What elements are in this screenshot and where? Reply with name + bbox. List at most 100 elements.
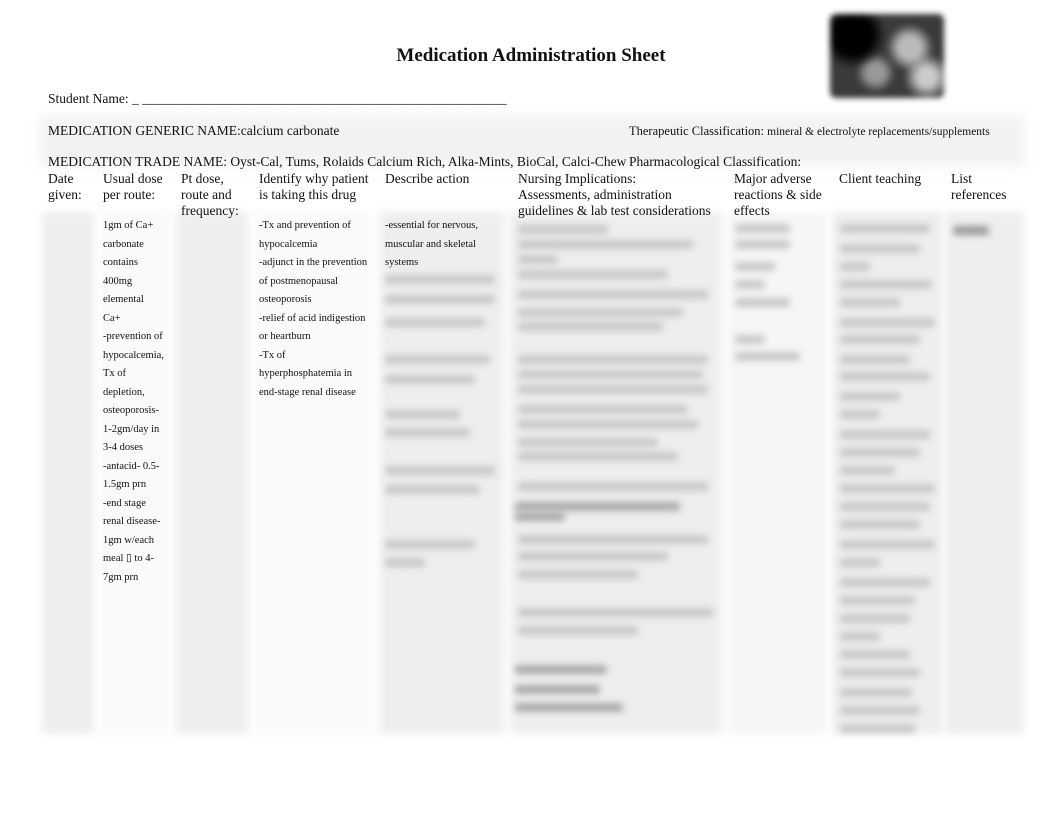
cell-line: -Tx of (259, 349, 286, 361)
blurred-text (840, 262, 870, 271)
student-name-field: Student Name: _ ________________________… (48, 91, 507, 106)
cell-line: osteoporosis (259, 294, 312, 305)
header-date-given: Date given: (48, 171, 82, 202)
cell-line: -antacid- 0.5- (103, 460, 160, 472)
header-adverse-reactions: Major adverse reactions & side effects (734, 171, 822, 218)
cell-line: Tx of (103, 368, 127, 379)
cell-line: meal ▯ to 4- (103, 553, 154, 564)
trade-name-value: Oyst-Cal, Tums, Rolaids Calcium Rich, Al… (230, 154, 627, 169)
generic-name-value: calcium carbonate (240, 123, 340, 138)
blurred-text (735, 298, 790, 307)
cell-line: or heartburn (259, 331, 311, 342)
blurred-text (735, 352, 800, 361)
blurred-text (518, 370, 703, 379)
blurred-text (840, 355, 910, 364)
column-bg-pt-dose (176, 212, 248, 734)
cell-line: -end stage (103, 497, 146, 509)
cell-line: osteoporosis- (103, 405, 159, 416)
cell-line: 400mg (103, 275, 133, 287)
blurred-text (953, 226, 989, 235)
blurred-text (518, 482, 708, 491)
blurred-text (735, 262, 775, 271)
trade-name-row: MEDICATION TRADE NAME: Oyst-Cal, Tums, R… (48, 154, 626, 170)
therapeutic-classification: Therapeutic Classification: mineral & el… (629, 124, 990, 139)
blurred-text (518, 270, 668, 279)
cell-line: 7gm prn (103, 571, 139, 583)
blurred-text (735, 280, 765, 289)
header-indication: Identify why patient is taking this drug (259, 171, 369, 202)
cell-line: depletion, (103, 386, 145, 398)
cell-line: 1-2gm/day in (103, 423, 160, 435)
blurred-text (385, 375, 475, 384)
blurred-text (840, 244, 920, 253)
cell-action: -essential for nervous, muscular and skel… (385, 217, 478, 273)
cell-line: systems (385, 257, 419, 268)
cell-line: hypocalcemia, (103, 349, 164, 361)
cell-usual-dose: 1gm of Ca+ carbonate contains 400mg elementa… (103, 217, 164, 587)
blurred-text (518, 570, 638, 579)
column-bg-date (42, 212, 94, 734)
blurred-text (518, 535, 708, 544)
blurred-text (840, 318, 935, 327)
cell-line: muscular and skeletal (385, 238, 476, 250)
blurred-text (385, 295, 495, 304)
pharmacological-classification: Pharmacological Classification: (629, 154, 801, 170)
header-action: Describe action (385, 171, 470, 186)
blurred-text (840, 688, 912, 697)
blurred-text (518, 420, 698, 429)
trade-name-label: MEDICATION TRADE NAME: (48, 154, 231, 169)
blurred-text (840, 650, 910, 659)
blurred-text (518, 290, 708, 299)
column-bg-adverse (728, 212, 826, 734)
blurred-text (385, 558, 425, 567)
blurred-text (840, 632, 880, 641)
cell-line: 1gm w/each (103, 534, 155, 546)
blurred-text (385, 466, 495, 475)
cell-line: hypocalcemia (259, 238, 318, 250)
blurred-text (515, 512, 565, 521)
blurred-text (385, 428, 470, 437)
blurred-text (840, 558, 880, 567)
header-client-teaching: Client teaching (839, 171, 922, 186)
blurred-text (735, 240, 790, 249)
blurred-text (840, 484, 935, 493)
cell-line: end-stage renal disease (259, 386, 356, 398)
blurred-text (515, 665, 607, 674)
blurred-text (518, 626, 638, 635)
blurred-text (515, 502, 680, 511)
blurred-text (518, 385, 708, 394)
cell-line: 1.5gm prn (103, 479, 147, 490)
cell-line: 1gm of Ca+ (103, 220, 154, 231)
header-nursing-implications: Nursing Implications: Assessments, admini… (518, 171, 711, 218)
blurred-text (385, 410, 460, 419)
blurred-text (840, 596, 915, 605)
blurred-text (840, 502, 930, 511)
blurred-text (840, 448, 920, 457)
school-logo-image (830, 14, 944, 98)
blurred-text (518, 608, 713, 617)
blurred-text (840, 614, 910, 623)
blurred-text (385, 485, 480, 494)
therapeutic-label: Therapeutic Classification: (629, 124, 768, 138)
blurred-text (840, 224, 930, 233)
blurred-text (518, 355, 708, 364)
blurred-text (840, 410, 880, 419)
blurred-text (840, 298, 900, 307)
blurred-text (840, 372, 930, 381)
cell-line: -relief of acid indigestion (259, 312, 366, 324)
blurred-text (385, 355, 490, 364)
blurred-text (385, 540, 475, 549)
blurred-text (840, 335, 920, 344)
cell-line: contains (103, 257, 138, 268)
header-references: List references (951, 171, 1007, 202)
cell-line: -prevention of (103, 331, 163, 342)
blurred-text (840, 668, 920, 677)
cell-line: renal disease- (103, 516, 161, 527)
blurred-text (518, 405, 688, 414)
generic-name-row: MEDICATION GENERIC NAME:calcium carbonat… (48, 123, 339, 139)
blurred-text (518, 438, 658, 447)
blurred-text (385, 275, 495, 284)
blurred-text (518, 322, 663, 331)
blurred-text (518, 552, 668, 561)
blurred-text (515, 703, 623, 712)
